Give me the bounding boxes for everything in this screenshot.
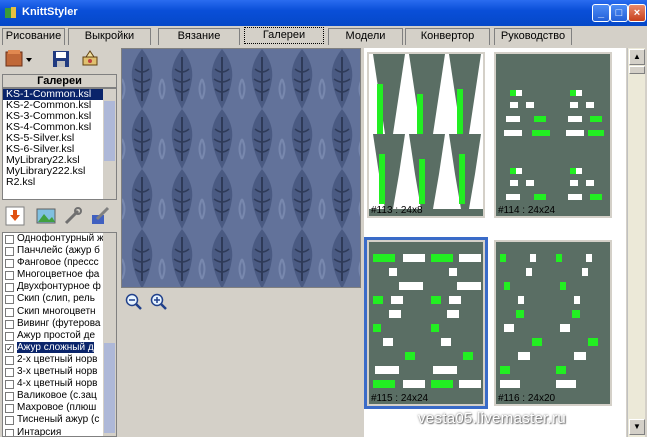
thumbnail-caption: #114 : 24x24	[498, 205, 556, 216]
pattern-type-item[interactable]: 2-х цветный норв	[3, 354, 116, 366]
gallery-list-scrollbar[interactable]	[103, 89, 116, 199]
checkbox[interactable]	[5, 247, 14, 257]
pattern-type-item[interactable]: Панчлейс (ажур б	[3, 245, 116, 257]
scroll-up-arrow-icon[interactable]: ▲	[629, 49, 645, 65]
pattern-type-item[interactable]: Махровое (плюш	[3, 402, 116, 414]
tab-drawing[interactable]: Рисование	[2, 28, 65, 45]
close-button[interactable]: ×	[628, 4, 646, 22]
settings-icon[interactable]	[89, 205, 111, 227]
checkbox[interactable]	[5, 319, 14, 329]
tab-converter[interactable]: Конвертор	[405, 28, 490, 45]
thumbnail-caption: #116 : 24x20	[498, 393, 556, 404]
gallery-thumbnail[interactable]: #116 : 24x20	[494, 240, 612, 406]
thumbnail-image	[496, 242, 610, 404]
scroll-thumb[interactable]	[104, 343, 115, 433]
pattern-type-list[interactable]: Однофонтурный ж Панчлейс (ажур б Фангово…	[2, 232, 117, 437]
tab-patterns[interactable]: Выкройки	[68, 28, 151, 45]
checkbox[interactable]	[5, 235, 14, 244]
pattern-type-item[interactable]: Ажур простой де	[3, 330, 116, 342]
scroll-thumb[interactable]	[629, 66, 645, 74]
checkbox[interactable]	[5, 331, 14, 341]
pattern-type-item[interactable]: Валиковое (с.зац	[3, 390, 116, 402]
minimize-button[interactable]: _	[592, 4, 610, 22]
checkbox[interactable]	[5, 307, 14, 317]
checkbox[interactable]	[5, 428, 14, 436]
save-icon[interactable]	[50, 48, 72, 70]
tab-galleries[interactable]: Галереи	[244, 27, 324, 44]
tab-bar: Рисование Выкройки Вязание Галереи Модел…	[0, 26, 647, 45]
checkbox[interactable]	[5, 404, 14, 414]
tools-icon[interactable]	[62, 205, 84, 227]
tab-manual[interactable]: Руководство	[494, 28, 572, 45]
pattern-type-item[interactable]: 4-х цветный норв	[3, 378, 116, 390]
gallery-list[interactable]: KS-1-Common.ksl KS-2-Common.ksl KS-3-Com…	[2, 88, 117, 200]
print-icon[interactable]	[79, 48, 101, 70]
checkbox[interactable]	[5, 416, 14, 426]
lace-pattern-illustration	[122, 49, 360, 287]
pattern-list-scrollbar[interactable]	[103, 233, 116, 436]
checkbox-checked[interactable]: ✓	[5, 343, 14, 353]
title-bar: KnittStyler _ □ ×	[0, 0, 647, 26]
checkbox[interactable]	[5, 392, 14, 402]
pattern-type-item[interactable]: Двухфонтурное ф	[3, 281, 116, 293]
galleries-header: Галереи	[2, 74, 117, 88]
checkbox[interactable]	[5, 259, 14, 269]
pattern-type-item[interactable]: Интарсия	[3, 427, 116, 436]
tab-models[interactable]: Модели	[328, 28, 403, 45]
watermark: vesta05.livemaster.ru	[418, 410, 567, 427]
import-icon[interactable]	[4, 205, 26, 227]
pattern-type-item[interactable]: 3-х цветный норв	[3, 366, 116, 378]
checkbox[interactable]	[5, 355, 14, 365]
pattern-type-item[interactable]: Тисненый ажур (с	[3, 414, 116, 426]
gallery-thumbnail[interactable]: #113 : 24x8	[367, 52, 485, 218]
zoom-toolbar	[121, 290, 361, 312]
pattern-type-item[interactable]: Вивинг (футерова	[3, 318, 116, 330]
preview-empty-area	[121, 313, 361, 437]
knit-preview-image	[121, 48, 361, 288]
app-icon	[5, 7, 16, 18]
scroll-thumb[interactable]	[104, 101, 115, 161]
pattern-type-item[interactable]: Скип многоцветн	[3, 306, 116, 318]
checkbox[interactable]	[5, 271, 14, 281]
checkbox[interactable]	[5, 368, 14, 378]
tab-knitting[interactable]: Вязание	[158, 28, 240, 45]
open-gallery-icon[interactable]	[4, 48, 34, 70]
gallery-scrollbar[interactable]: ▲ ▼	[627, 48, 645, 437]
gallery-toolbar	[2, 46, 120, 72]
gallery-thumbnail[interactable]: #114 : 24x24	[494, 52, 612, 218]
thumbnail-caption: #113 : 24x8	[371, 205, 423, 216]
thumbnail-image	[369, 242, 483, 404]
gallery-thumbnail-selected[interactable]: #115 : 24x24	[364, 237, 488, 409]
thumbnail-image	[496, 54, 610, 216]
pattern-type-item[interactable]: ✓ Ажур сложный д	[3, 341, 116, 354]
pattern-toolbar	[2, 202, 120, 230]
pattern-type-item[interactable]: Однофонтурный ж	[3, 233, 116, 245]
scroll-down-arrow-icon[interactable]: ▼	[629, 419, 645, 435]
maximize-button[interactable]: □	[610, 4, 628, 22]
pattern-gallery: #113 : 24x8 #114: 24x24 #115: 24x24 #1…	[364, 48, 626, 437]
picture-icon[interactable]	[35, 205, 57, 227]
thumbnail-caption: #115 : 24x24	[371, 393, 429, 404]
zoom-in-icon[interactable]	[149, 292, 169, 312]
pattern-type-item[interactable]: Скип (слип, рель	[3, 293, 116, 305]
thumbnail-image	[369, 54, 483, 216]
pattern-type-item[interactable]: Многоцветное фа	[3, 269, 116, 281]
pattern-type-item[interactable]: Фанговое (прессс	[3, 257, 116, 269]
checkbox[interactable]	[5, 295, 14, 305]
gallery-list-item[interactable]: R2.ksl	[3, 177, 116, 188]
checkbox[interactable]	[5, 380, 14, 390]
checkbox[interactable]	[5, 283, 14, 293]
zoom-out-icon[interactable]	[124, 292, 144, 312]
window-title: KnittStyler	[22, 6, 78, 18]
